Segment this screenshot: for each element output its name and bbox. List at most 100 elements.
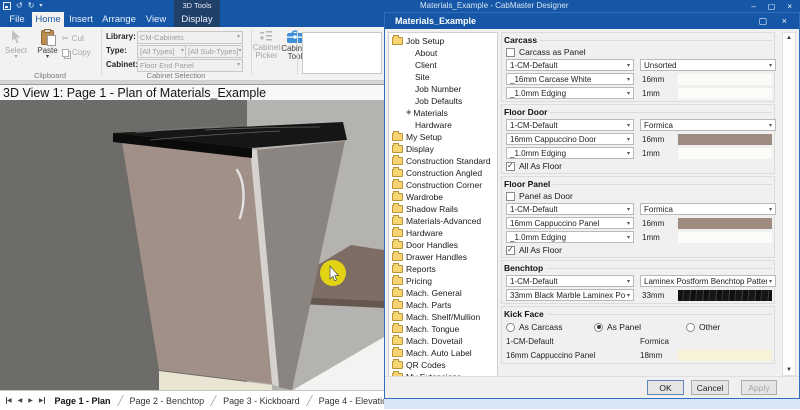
benchtop-schedule-combo[interactable]: 1-CM-Default ▾ (506, 275, 634, 287)
tree-item-client[interactable]: Client (389, 59, 497, 71)
previous-page-button[interactable]: ◀ (18, 397, 23, 404)
floor-panel-schedule-combo[interactable]: 1-CM-Default ▾ (506, 203, 634, 215)
cabinet-picker-label: Cabinet Picker (252, 43, 281, 60)
cancel-button[interactable]: Cancel (691, 380, 729, 395)
floor-door-schedule-combo[interactable]: 1-CM-Default ▾ (506, 119, 634, 131)
tree-item-construction-angled[interactable]: Construction Angled (389, 167, 497, 179)
ribbon-tab-view[interactable]: View (142, 12, 170, 27)
tree-item-door-handles[interactable]: Door Handles (389, 239, 497, 251)
subtype-combo[interactable]: [All Sub-Types] ▾ (185, 45, 243, 58)
tree-item-construction-corner[interactable]: Construction Corner (389, 179, 497, 191)
tree-item-job-defaults[interactable]: Job Defaults (389, 95, 497, 107)
kick-face-mode-as-carcass-radio[interactable]: As Carcass (504, 322, 594, 332)
chevron-down-icon: ▾ (626, 220, 630, 227)
carcass-schedule-brand-combo[interactable]: Unsorted ▾ (640, 59, 776, 71)
ribbon-tab-home[interactable]: Home (32, 12, 64, 27)
tree-item-label: Shadow Rails (406, 204, 458, 214)
carcass-schedule-combo[interactable]: 1-CM-Default ▾ (506, 59, 634, 71)
tree-item-job-number[interactable]: Job Number (389, 83, 497, 95)
page-tab-page-1-plan[interactable]: Page 1 - Plan (51, 396, 115, 406)
ribbon-tab-file[interactable]: File (4, 12, 30, 27)
cabinet-picker-button[interactable]: Cabinet Picker (253, 30, 280, 60)
tree-item-mach-parts[interactable]: Mach. Parts (389, 299, 497, 311)
qat-dropdown-icon[interactable]: ▾ (39, 0, 42, 12)
tree-item-wardrobe[interactable]: Wardrobe (389, 191, 497, 203)
type-combo[interactable]: [All Types] ▾ (137, 45, 187, 58)
benchtop-schedule-brand-combo[interactable]: Laminex Postform Benchtop Patterns ▾ (640, 275, 776, 287)
redo-icon[interactable]: ↻ (28, 0, 35, 12)
panel-as-door-checkbox[interactable] (506, 191, 515, 201)
tree-item-job-setup[interactable]: Job Setup (389, 35, 497, 47)
tree-item-materials-advanced[interactable]: Materials-Advanced (389, 215, 497, 227)
library-combo[interactable]: CM-Cabinets ▾ (137, 31, 243, 44)
floor-panel-board-combo[interactable]: 16mm Cappuccino Panel ▾ (506, 217, 634, 229)
tree-item-hardware[interactable]: Hardware (389, 119, 497, 131)
tree-item-mach-auto-label[interactable]: Mach. Auto Label (389, 347, 497, 359)
folder-icon (392, 227, 403, 237)
tree-item-construction-standard[interactable]: Construction Standard (389, 155, 497, 167)
carcass-as-panel-checkbox[interactable] (506, 47, 515, 57)
select-button[interactable]: Select ▾ (2, 29, 30, 60)
carcass-edging-combo[interactable]: _1.0mm Edging ▾ (506, 87, 634, 99)
tree-item-materials[interactable]: ◈ Materials (389, 107, 497, 119)
page-tab-page-3-kickboard[interactable]: Page 3 - Kickboard (219, 396, 304, 406)
floor-panel-all-as-floor-checkbox[interactable] (506, 245, 515, 255)
dialog-maximize-button[interactable]: ▢ (758, 13, 767, 29)
floor-panel-edging-combo[interactable]: _1.0mm Edging ▾ (506, 231, 634, 243)
close-button[interactable]: × (787, 2, 792, 11)
paste-button[interactable]: Paste ▾ (34, 29, 61, 60)
tree-item-mach-general[interactable]: Mach. General (389, 287, 497, 299)
settings-tree: Job Setup About Client Site Job Number Job De… (388, 32, 498, 383)
tree-item-hardware[interactable]: Hardware (389, 227, 497, 239)
floor-panel-board-row: 16mm Cappuccino Panel ▾ 16mm (504, 217, 772, 229)
floor-door-all-as-floor-checkbox[interactable] (506, 161, 515, 171)
scroll-down-icon[interactable]: ▼ (783, 365, 795, 375)
carcass-schedule-row: 1-CM-Default ▾ Unsorted ▾ (504, 59, 776, 71)
kick-face-mode-as-panel-radio[interactable]: As Panel (594, 322, 686, 332)
floor-door-schedule-brand-combo[interactable]: Formica ▾ (640, 119, 776, 131)
dialog-close-button[interactable]: × (782, 13, 787, 29)
next-page-button[interactable]: ▶ (28, 397, 33, 404)
scroll-up-icon[interactable]: ▲ (783, 33, 795, 43)
kick-face-mode-other-radio[interactable]: Other (686, 322, 720, 332)
tree-item-mach-shelf-mullion[interactable]: Mach. Shelf/Mullion (389, 311, 497, 323)
first-page-button[interactable]: ◀ (6, 397, 12, 404)
tree-item-pricing[interactable]: Pricing (389, 275, 497, 287)
tree-item-reports[interactable]: Reports (389, 263, 497, 275)
carcass-board-combo[interactable]: _16mm Carcase White ▾ (506, 73, 634, 85)
dialog-scrollbar[interactable]: ▲ ▼ (782, 32, 796, 376)
tree-item-qr-codes[interactable]: QR Codes (389, 359, 497, 371)
ribbon-tab-arrange[interactable]: Arrange (100, 12, 138, 27)
cut-button[interactable]: ✂ Cut (62, 34, 84, 43)
tree-item-my-setup[interactable]: My Setup (389, 131, 497, 143)
save-icon[interactable] (3, 2, 11, 10)
floor-panel-schedule-brand-combo[interactable]: Formica ▾ (640, 203, 776, 215)
tree-item-label: Mach. Auto Label (406, 348, 472, 358)
minimize-button[interactable]: – (751, 2, 755, 11)
page-tab-page-2-benchtop[interactable]: Page 2 - Benchtop (126, 396, 209, 406)
tree-item-mach-dovetail[interactable]: Mach. Dovetail (389, 335, 497, 347)
tree-item-mach-tongue[interactable]: Mach. Tongue (389, 323, 497, 335)
benchtop-schedule-combo-value: 1-CM-Default (510, 276, 558, 286)
last-page-button[interactable]: ▶ (39, 397, 45, 404)
tree-item-shadow-rails[interactable]: Shadow Rails (389, 203, 497, 215)
ok-button[interactable]: OK (647, 380, 684, 395)
floor-door-board-combo[interactable]: 16mm Cappuccino Door ▾ (506, 133, 634, 145)
benchtop-board-combo-value: 33mm Black Marble Laminex Postform (510, 290, 625, 300)
dialog-titlebar[interactable]: Materials_Example (385, 13, 799, 29)
ribbon-tab-insert[interactable]: Insert (66, 12, 96, 27)
floor-door-edging-combo[interactable]: _1.0mm Edging ▾ (506, 147, 634, 159)
benchtop-board-combo[interactable]: 33mm Black Marble Laminex Postform▾ (506, 289, 634, 301)
ribbon-tab-display[interactable]: Display (174, 12, 220, 27)
tree-item-drawer-handles[interactable]: Drawer Handles (389, 251, 497, 263)
tree-item-site[interactable]: Site (389, 71, 497, 83)
tree-item-display[interactable]: Display (389, 143, 497, 155)
section-carcass: Carcass Carcass as Panel 1-CM-Default ▾ Unso… (501, 32, 776, 102)
undo-icon[interactable]: ↺ (16, 0, 23, 12)
floor-panel-edging-thickness: 1mm (642, 232, 660, 242)
3d-viewport[interactable] (0, 100, 384, 390)
folder-icon (392, 191, 403, 201)
restore-button[interactable]: ▢ (768, 2, 776, 11)
tree-item-about[interactable]: About (389, 47, 497, 59)
copy-button[interactable]: Copy (62, 48, 91, 57)
